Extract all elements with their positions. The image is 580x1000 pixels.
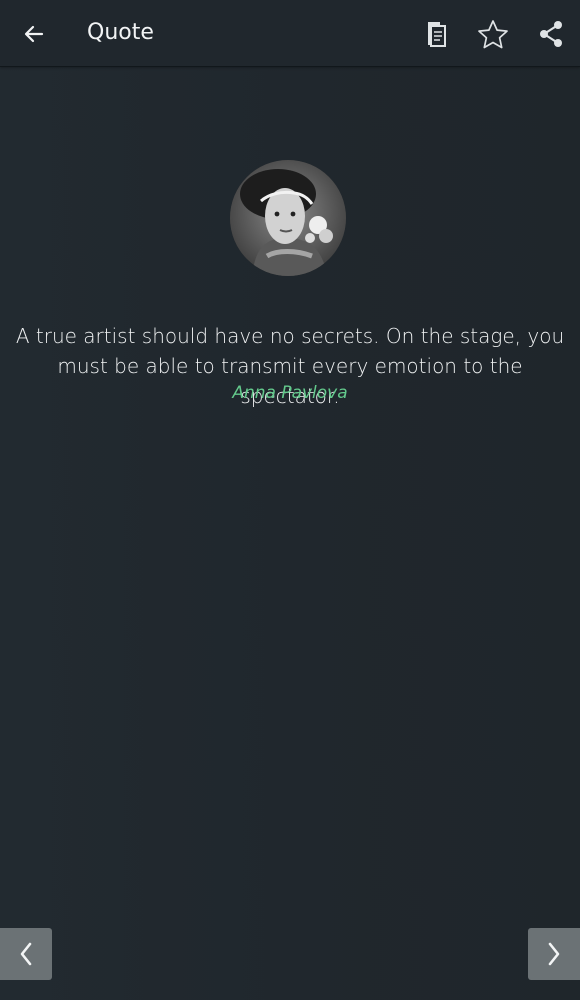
- quote-author[interactable]: Anna Pavlova: [0, 382, 580, 404]
- top-app-bar: Quote: [0, 0, 580, 67]
- copy-icon: [428, 22, 446, 47]
- arrow-left-icon: [24, 25, 44, 43]
- chevron-left-icon: [20, 942, 32, 966]
- favorite-button[interactable]: [472, 13, 514, 55]
- share-icon: [540, 21, 562, 47]
- next-quote-button[interactable]: [528, 928, 580, 980]
- back-button[interactable]: [14, 14, 54, 54]
- copy-button[interactable]: [414, 13, 456, 55]
- chevron-right-icon: [548, 942, 560, 966]
- author-portrait-image: [230, 160, 346, 276]
- previous-quote-button[interactable]: [0, 928, 52, 980]
- page-title: Quote: [87, 20, 154, 45]
- star-outline-icon: [478, 20, 508, 49]
- author-avatar: [230, 160, 346, 276]
- quote-screen: Quote A true artist should have no secre…: [0, 0, 580, 1000]
- share-button[interactable]: [530, 13, 572, 55]
